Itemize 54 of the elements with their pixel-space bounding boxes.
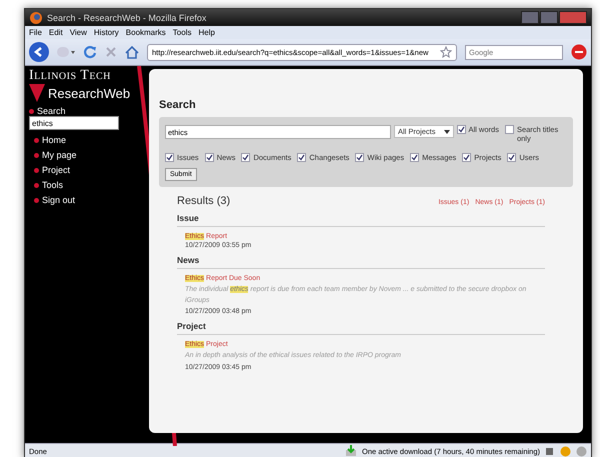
menu-item[interactable]: View	[70, 28, 87, 37]
back-button[interactable]	[29, 42, 49, 62]
page-heading: Search	[159, 99, 197, 111]
logo-text: ResearchWeb	[48, 86, 130, 100]
puzzle-icon	[545, 446, 555, 456]
window-title: Search - ResearchWeb - Mozilla Firefox	[47, 12, 206, 22]
checkbox[interactable]	[456, 125, 466, 134]
search-field[interactable]: ethics	[29, 116, 119, 130]
checkbox[interactable]	[507, 153, 516, 162]
checkbox[interactable]	[241, 153, 250, 162]
checkbox[interactable]	[410, 153, 420, 162]
triangle-icon	[29, 84, 45, 102]
group-heading: News	[177, 255, 545, 269]
menu-item[interactable]: Help	[198, 28, 215, 37]
group-heading: Issue	[177, 213, 545, 227]
minimize-button[interactable]	[521, 11, 539, 24]
bullet-icon	[34, 138, 39, 142]
circle-icon	[576, 446, 587, 456]
search-label: Search	[37, 106, 66, 116]
home-icon[interactable]	[125, 46, 139, 58]
menu-item[interactable]: Tools	[172, 28, 192, 37]
menu-item[interactable]: Bookmarks	[126, 28, 166, 37]
forward-arrow-icon[interactable]	[57, 46, 75, 58]
menu-item[interactable]: History	[94, 28, 119, 37]
caret-icon	[444, 130, 450, 134]
circle-icon	[560, 446, 571, 456]
bullet-icon	[34, 182, 39, 188]
results-heading: Results (3)	[177, 195, 230, 207]
star-icon[interactable]	[440, 46, 452, 58]
nav-link[interactable]: Home	[42, 135, 66, 145]
stop-sign-icon[interactable]	[571, 44, 587, 60]
nav-link[interactable]: Project	[42, 165, 70, 175]
reload-icon[interactable]	[83, 45, 97, 59]
nav-link[interactable]: Sign out	[42, 195, 76, 205]
menu-item[interactable]: Edit	[48, 28, 63, 37]
group-heading: Project	[177, 321, 545, 335]
checkbox[interactable]	[462, 153, 472, 162]
checkbox[interactable]	[355, 153, 364, 162]
globe-icon	[29, 10, 43, 24]
bullet-icon	[29, 108, 34, 114]
menu-item[interactable]: File	[29, 28, 42, 37]
checkbox[interactable]	[504, 125, 514, 134]
maximize-button[interactable]	[540, 11, 558, 24]
bullet-icon	[34, 198, 39, 202]
bullet-icon	[34, 168, 39, 172]
download-icon	[344, 445, 357, 457]
checkbox[interactable]	[204, 153, 214, 162]
bullet-icon	[34, 152, 39, 158]
nav-link[interactable]: Tools	[42, 180, 64, 190]
nav-link[interactable]: My page	[42, 150, 77, 160]
checkbox[interactable]	[165, 153, 174, 162]
checkbox[interactable]	[297, 153, 306, 162]
logo-text: Illinois Tech	[29, 68, 112, 84]
close-button[interactable]	[559, 11, 587, 24]
